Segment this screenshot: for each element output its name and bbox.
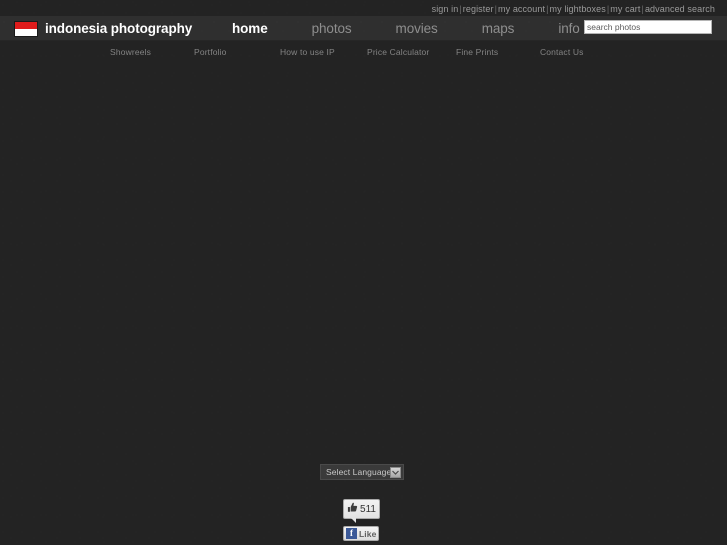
link-my-account[interactable]: my account — [498, 4, 545, 14]
thumbs-up-icon — [347, 502, 358, 516]
facebook-like-count-bubble: 511 — [343, 499, 380, 523]
primary-nav: home photos movies maps info — [210, 16, 602, 41]
subnav-item-portfolio[interactable]: Portfolio — [194, 47, 227, 57]
utility-links: sign in|register|my account|my lightboxe… — [432, 3, 715, 15]
nav-item-movies[interactable]: movies — [374, 21, 460, 36]
facebook-like-label: Like — [359, 528, 377, 539]
nav-item-home[interactable]: home — [210, 21, 290, 36]
nav-item-photos[interactable]: photos — [290, 21, 374, 36]
indonesia-flag-icon — [14, 20, 38, 37]
page-root: sign in|register|my account|my lightboxe… — [0, 0, 727, 545]
chevron-down-icon[interactable] — [390, 467, 401, 478]
main-content-area — [0, 62, 727, 460]
facebook-like-button[interactable]: f Like — [343, 526, 379, 541]
language-selector[interactable]: Select Language — [320, 464, 404, 480]
subnav-item-fine-prints[interactable]: Fine Prints — [456, 47, 498, 57]
secondary-nav: Showreels Portfolio How to use IP Price … — [0, 42, 727, 62]
facebook-like-count: 511 — [360, 503, 376, 515]
facebook-logo-icon: f — [346, 528, 357, 539]
site-logo-text: indonesia photography — [45, 21, 193, 36]
link-sign-in[interactable]: sign in — [432, 4, 459, 14]
nav-item-maps[interactable]: maps — [460, 21, 537, 36]
subnav-item-contact-us[interactable]: Contact Us — [540, 47, 584, 57]
subnav-item-how-to-use-ip[interactable]: How to use IP — [280, 47, 335, 57]
search-input[interactable] — [584, 20, 712, 34]
link-register[interactable]: register — [463, 4, 494, 14]
link-my-lightboxes[interactable]: my lightboxes — [550, 4, 606, 14]
language-selector-label: Select Language — [326, 467, 392, 477]
facebook-like-box: 511 f Like — [343, 499, 381, 541]
link-my-cart[interactable]: my cart — [610, 4, 640, 14]
site-logo[interactable]: indonesia photography — [14, 16, 192, 41]
subnav-item-price-calculator[interactable]: Price Calculator — [367, 47, 429, 57]
subnav-item-showreels[interactable]: Showreels — [110, 47, 151, 57]
link-advanced-search[interactable]: advanced search — [645, 4, 715, 14]
main-navbar: indonesia photography home photos movies… — [0, 16, 727, 41]
